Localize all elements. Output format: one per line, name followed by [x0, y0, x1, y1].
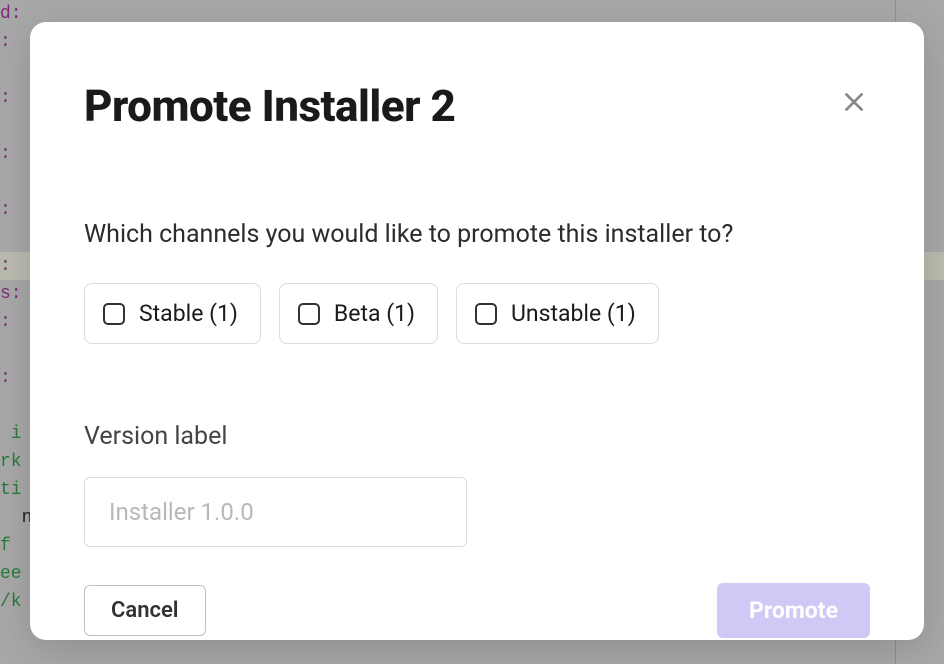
version-label: Version label [84, 422, 870, 451]
channel-label: Beta (1) [334, 300, 415, 327]
code-fragment: rk [0, 452, 22, 472]
channel-option-stable[interactable]: Stable (1) [84, 283, 261, 344]
code-fragment: : [0, 32, 11, 52]
code-fragment: : [0, 88, 11, 108]
channel-options-row: Stable (1) Beta (1) Unstable (1) [84, 283, 870, 344]
checkbox-icon [298, 303, 320, 325]
code-fragment: : [0, 368, 11, 388]
code-fragment: ti [0, 480, 22, 500]
checkbox-icon [103, 303, 125, 325]
channel-option-unstable[interactable]: Unstable (1) [456, 283, 659, 344]
channel-label: Stable (1) [139, 300, 238, 327]
code-fragment: /k [0, 592, 22, 612]
code-fragment: i [0, 424, 22, 444]
code-fragment: : [0, 200, 11, 220]
checkbox-icon [475, 303, 497, 325]
code-fragment: : [0, 144, 11, 164]
promote-installer-modal: Promote Installer 2 Which channels you w… [30, 22, 924, 640]
channel-prompt: Which channels you would like to promote… [84, 220, 870, 249]
modal-title: Promote Installer 2 [84, 80, 455, 132]
channel-label: Unstable (1) [511, 300, 636, 327]
close-icon [841, 89, 867, 115]
close-button[interactable] [838, 86, 870, 118]
code-fragment: : [0, 256, 11, 276]
code-fragment: n [0, 508, 32, 528]
cancel-button[interactable]: Cancel [84, 585, 206, 636]
promote-button[interactable]: Promote [717, 583, 870, 638]
code-fragment: d: [0, 4, 22, 24]
code-fragment: f [0, 536, 11, 556]
modal-header: Promote Installer 2 [84, 80, 870, 132]
code-fragment: ee [0, 564, 22, 584]
version-label-input[interactable] [84, 477, 467, 547]
code-fragment: : [0, 312, 11, 332]
code-fragment: s: [0, 284, 22, 304]
modal-footer: Cancel Promote [84, 583, 870, 638]
channel-option-beta[interactable]: Beta (1) [279, 283, 438, 344]
